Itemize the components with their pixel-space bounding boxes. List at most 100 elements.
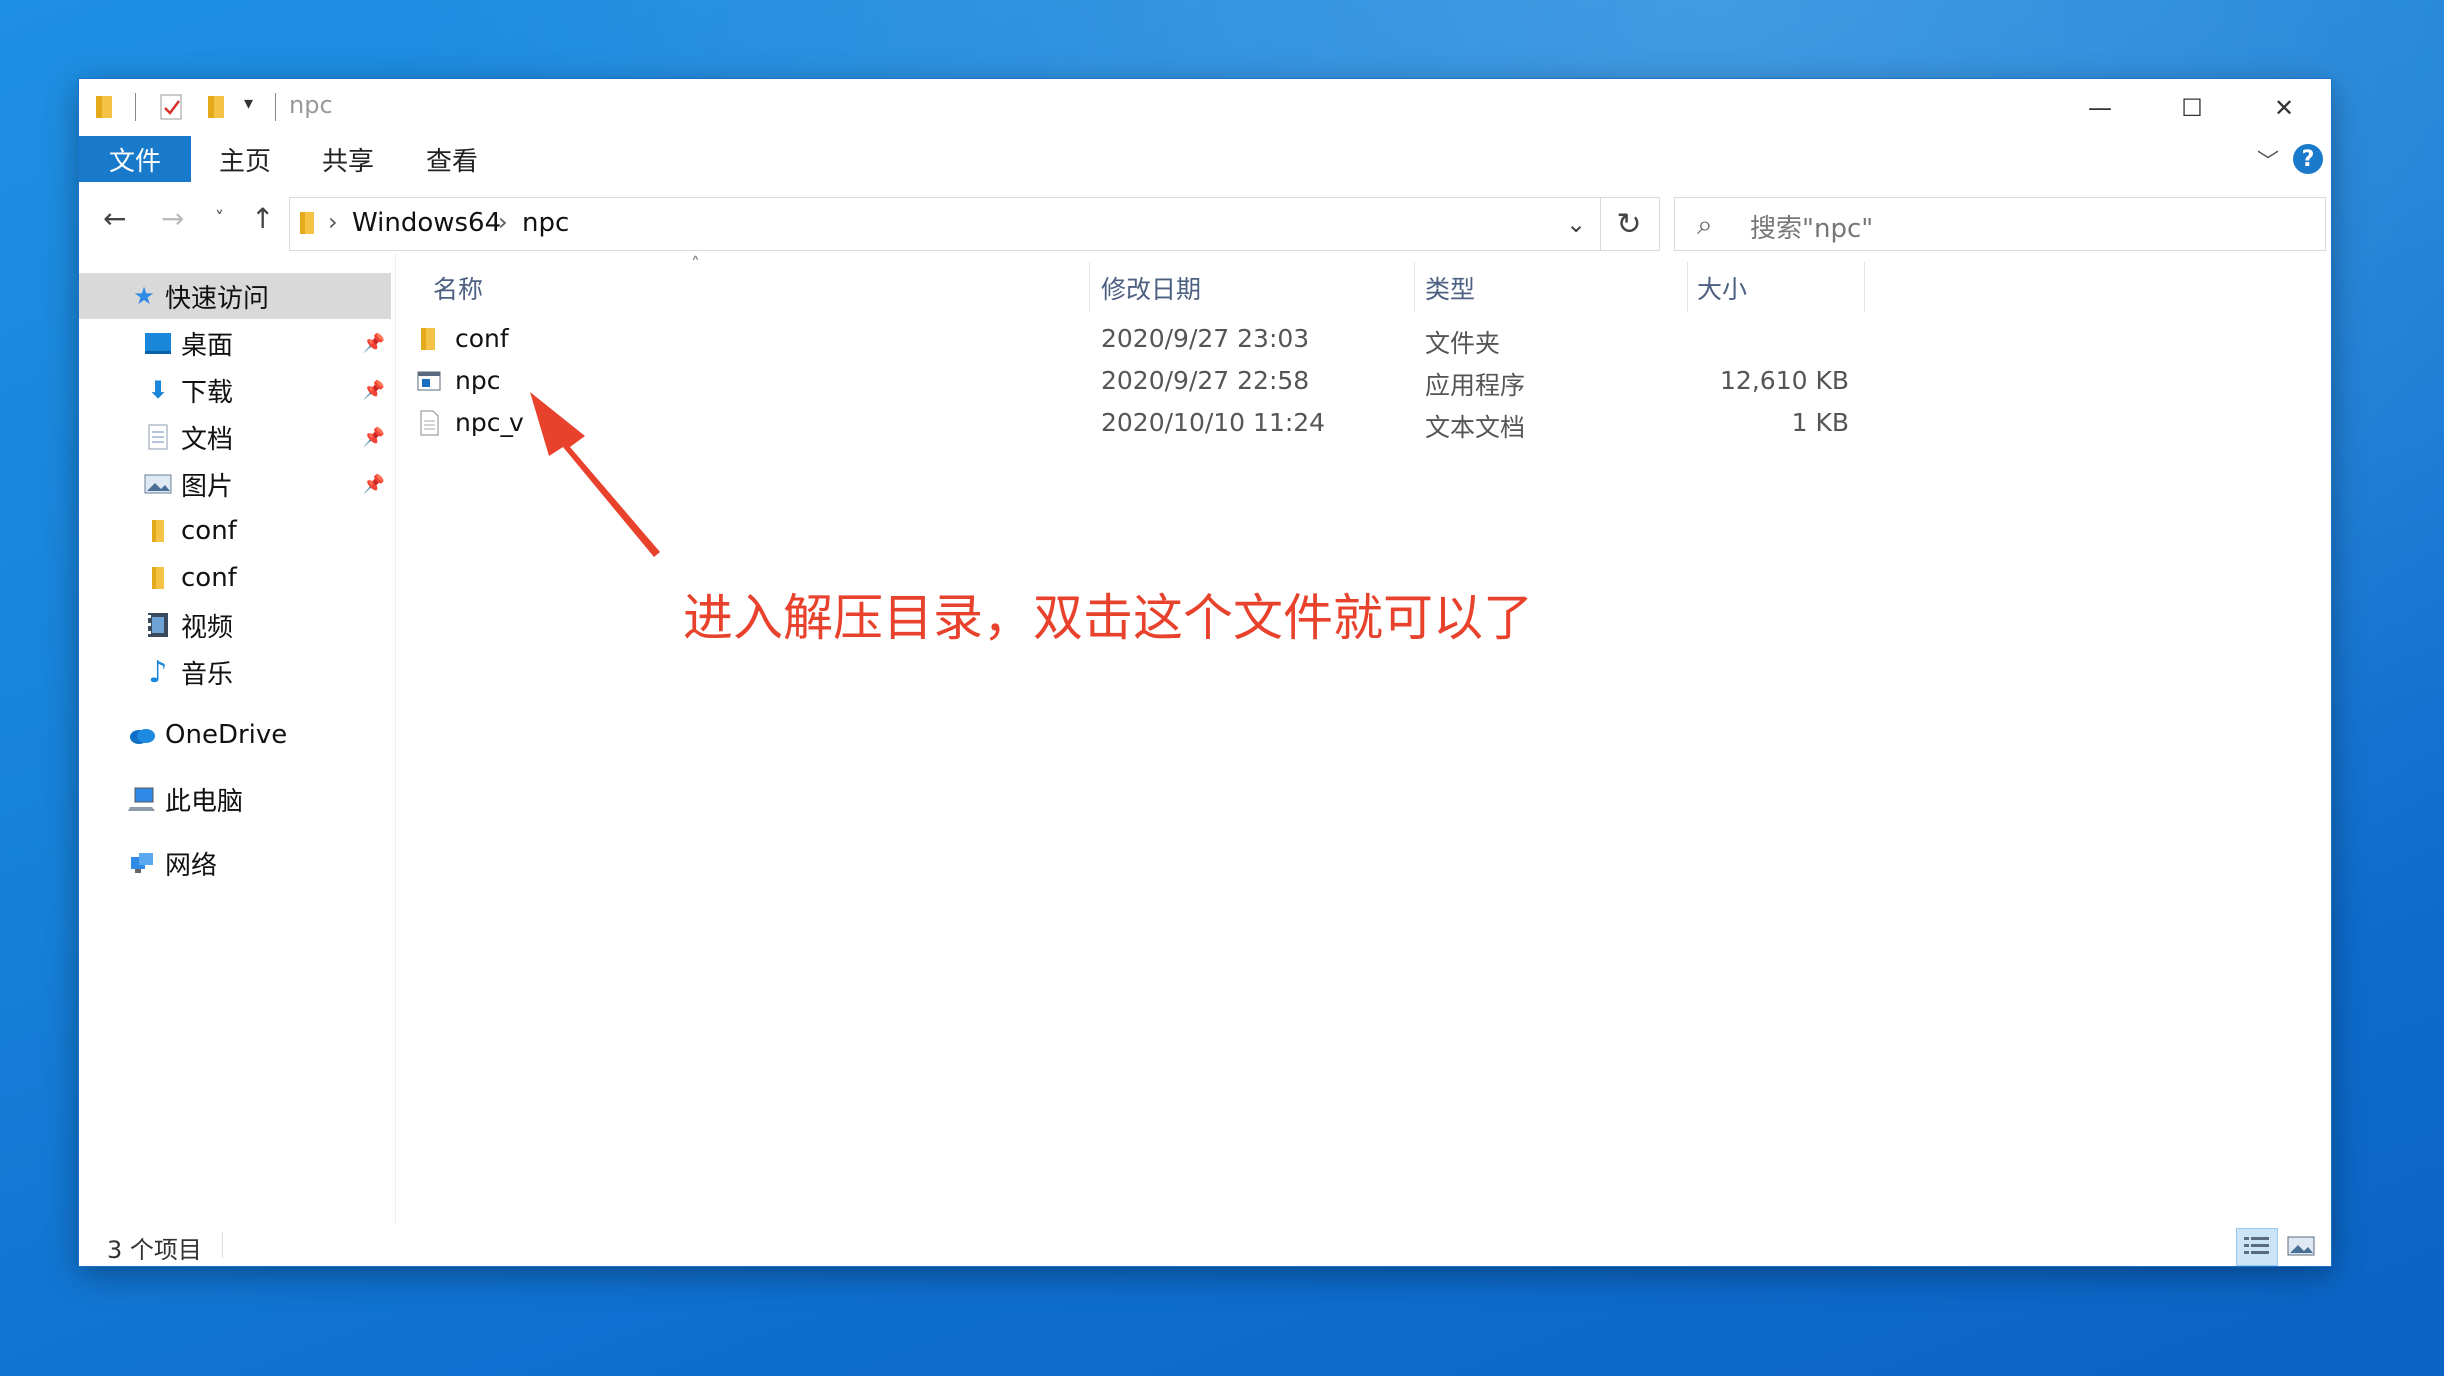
sidebar-item-documents[interactable]: 文档 📌 (79, 414, 395, 460)
cloud-icon (130, 729, 155, 744)
maximize-icon: ☐ (2181, 93, 2203, 122)
column-header-modified[interactable]: 修改日期 (1101, 270, 1201, 306)
up-arrow-icon[interactable]: ↑ (251, 202, 274, 235)
file-name: npc_ (455, 408, 513, 437)
sidebar-item-network[interactable]: 网络 (79, 840, 395, 886)
tab-share[interactable]: 共享 (322, 136, 374, 182)
sidebar-item-downloads[interactable]: ⬇ 下载 📌 (79, 367, 395, 413)
folder-icon (152, 567, 164, 589)
video-icon (148, 613, 168, 637)
column-divider[interactable] (1687, 262, 1688, 312)
close-icon: ✕ (2273, 93, 2295, 122)
sidebar-item-label: conf (181, 516, 237, 546)
recent-locations-icon[interactable]: ˅ (215, 208, 224, 229)
chevron-down-icon[interactable]: ﹀ (2257, 144, 2279, 176)
back-arrow-icon[interactable]: ← (103, 202, 126, 235)
file-type: 文本文档 (1425, 413, 1526, 442)
folder-icon (300, 212, 314, 234)
pictures-icon (144, 474, 172, 494)
pin-icon[interactable]: 📌 (363, 474, 385, 495)
breadcrumb-windows64[interactable]: Windows64 (352, 208, 501, 238)
sidebar-item-desktop[interactable]: 桌面 📌 (79, 320, 395, 366)
pin-icon[interactable]: 📌 (363, 427, 385, 448)
address-bar[interactable]: › Windows64 › npc ⌄ (289, 197, 1601, 251)
column-header-name[interactable]: 名称 (433, 270, 483, 306)
sidebar-item-conf[interactable]: conf (79, 508, 395, 554)
sidebar-item-pictures[interactable]: 图片 📌 (79, 461, 395, 507)
breadcrumb-npc[interactable]: npc (522, 208, 569, 238)
column-divider[interactable] (1864, 262, 1865, 312)
address-dropdown-icon[interactable]: ⌄ (1551, 198, 1600, 250)
file-modified: 2020/10/10 11:24 (1101, 408, 1326, 437)
computer-icon (128, 787, 155, 811)
sidebar-item-this-pc[interactable]: 此电脑 (79, 776, 395, 822)
sidebar-item-music[interactable]: ♪ 音乐 (79, 649, 395, 695)
tab-file[interactable]: 文件 (79, 136, 191, 182)
navigation-pane: ★ 快速访问 桌面 📌 ⬇ 下载 📌 文档 📌 图片 📌 conf conf 视… (79, 254, 396, 1224)
file-list: ˄ 名称 修改日期 类型 大小 conf 2020/9/27 23:03 文件夹… (407, 254, 2307, 1224)
column-header-size[interactable]: 大小 (1697, 270, 1747, 306)
separator (222, 1232, 223, 1258)
minimize-button[interactable]: — (2054, 79, 2146, 136)
pin-icon[interactable]: 📌 (363, 380, 385, 401)
minimize-icon: — (2088, 93, 2112, 122)
new-folder-icon[interactable] (205, 93, 229, 121)
text-file-icon (420, 410, 439, 436)
customize-toolbar-icon[interactable]: ▾ (244, 93, 253, 114)
network-icon (131, 853, 153, 873)
help-icon[interactable]: ? (2293, 144, 2323, 174)
pin-icon[interactable]: 📌 (363, 333, 385, 354)
search-input[interactable]: ⌕ 搜索"npc" (1674, 197, 2326, 251)
separator (275, 93, 276, 121)
file-row[interactable]: npc_ v 2020/10/10 11:24 文本文档 1 KB (407, 402, 1849, 444)
music-icon: ♪ (148, 654, 168, 690)
refresh-icon[interactable]: ↻ (1599, 197, 1660, 251)
tab-view[interactable]: 查看 (426, 136, 478, 182)
sort-ascending-icon: ˄ (691, 254, 700, 275)
chevron-right-icon[interactable]: › (498, 208, 508, 236)
details-view-button[interactable] (2236, 1228, 2278, 1266)
file-row[interactable]: npc 2020/9/27 22:58 应用程序 12,610 KB (407, 360, 1849, 402)
sidebar-item-conf[interactable]: conf (79, 555, 395, 601)
sidebar-item-label: 文档 (181, 424, 234, 455)
folder-icon (152, 520, 164, 542)
file-modified: 2020/9/27 22:58 (1101, 366, 1310, 395)
sidebar-item-videos[interactable]: 视频 (79, 602, 395, 648)
column-header-type[interactable]: 类型 (1425, 270, 1475, 306)
sidebar-item-label: 图片 (181, 471, 234, 502)
properties-icon[interactable] (159, 93, 185, 121)
download-icon: ⬇ (147, 376, 169, 404)
sidebar-item-onedrive[interactable]: OneDrive (79, 712, 395, 758)
status-bar: 3 个项目 (79, 1224, 2331, 1266)
large-icons-view-button[interactable] (2281, 1228, 2321, 1264)
file-name: conf (455, 324, 509, 353)
large-icons-view-icon (2287, 1236, 2315, 1256)
maximize-button[interactable]: ☐ (2146, 79, 2238, 136)
forward-arrow-icon[interactable]: → (161, 202, 184, 235)
sidebar-item-label: OneDrive (165, 720, 288, 750)
sidebar-item-label: 网络 (165, 850, 218, 881)
folder-icon (421, 328, 435, 350)
chevron-right-icon[interactable]: › (328, 208, 338, 236)
file-size: 12,610 KB (1720, 366, 1849, 395)
annotation-text: 进入解压目录，双击这个文件就可以了 (683, 589, 1533, 647)
item-count: 3 个项目 (107, 1236, 202, 1264)
file-name: npc (455, 366, 501, 395)
tab-home[interactable]: 主页 (219, 136, 271, 182)
file-row[interactable]: conf 2020/9/27 23:03 文件夹 (407, 318, 1807, 360)
navigation-bar: ← → ˅ ↑ › Windows64 › npc ⌄ ↻ ⌕ 搜索"npc" (79, 182, 2331, 254)
search-icon: ⌕ (1697, 208, 1713, 241)
application-icon (417, 371, 441, 391)
column-divider[interactable] (1089, 262, 1090, 312)
column-divider[interactable] (1414, 262, 1415, 312)
separator (135, 93, 136, 121)
close-button[interactable]: ✕ (2238, 79, 2330, 136)
sidebar-item-label: 视频 (181, 612, 234, 643)
ribbon: 文件 主页 共享 查看 ﹀ ? (79, 136, 2331, 182)
folder-icon (96, 96, 112, 118)
file-modified: 2020/9/27 23:03 (1101, 324, 1310, 353)
sidebar-item-label: 此电脑 (165, 786, 244, 817)
sidebar-item-quick-access[interactable]: ★ 快速访问 (79, 273, 391, 319)
quick-access-toolbar (93, 93, 135, 121)
sidebar-item-label: conf (181, 563, 237, 593)
